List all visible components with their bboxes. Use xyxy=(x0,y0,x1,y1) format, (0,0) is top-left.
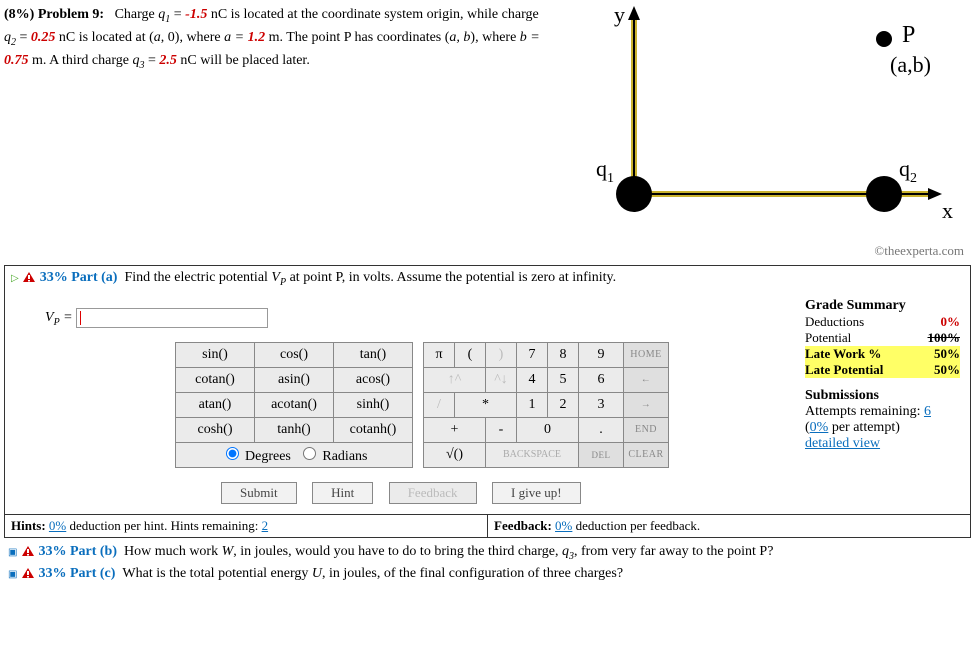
fn-acos[interactable]: acos() xyxy=(334,367,413,392)
key-del[interactable]: DEL xyxy=(579,442,624,467)
calculator: sin()cos()tan() cotan()asin()acos() atan… xyxy=(175,342,805,468)
grade-summary: Grade Summary Deductions0% Potential100%… xyxy=(805,298,960,514)
key-home[interactable]: HOME xyxy=(624,342,669,367)
svg-text:q1: q1 xyxy=(596,156,614,186)
svg-text:x: x xyxy=(942,198,953,223)
key-6[interactable]: 6 xyxy=(579,367,624,392)
attempts-link[interactable]: 6 xyxy=(924,404,931,419)
fn-sinh[interactable]: sinh() xyxy=(334,392,413,417)
key-clear[interactable]: CLEAR xyxy=(624,442,669,467)
key-dot[interactable]: . xyxy=(579,417,624,442)
key-backspace[interactable]: BACKSPACE xyxy=(486,442,579,467)
function-pad: sin()cos()tan() cotan()asin()acos() atan… xyxy=(175,342,413,468)
attribution: ©theexperta.com xyxy=(564,243,964,259)
key-minus[interactable]: - xyxy=(486,417,517,442)
keypad: π()789HOME ↑^^↓456← /*123→ +-0.END √()BA… xyxy=(423,342,669,468)
key-right[interactable]: → xyxy=(624,392,669,417)
warning-icon xyxy=(21,545,35,557)
fn-cotanh[interactable]: cotanh() xyxy=(334,417,413,442)
key-2[interactable]: 2 xyxy=(548,392,579,417)
svg-text:(a,b): (a,b) xyxy=(890,52,931,77)
submit-button[interactable]: Submit xyxy=(221,482,297,504)
detailed-view-link[interactable]: detailed view xyxy=(805,436,880,451)
part-b: ▣ 33% Part (b) How much work W, in joule… xyxy=(4,542,971,564)
part-a-header: ▷ 33% Part (a) Find the electric potenti… xyxy=(5,266,970,292)
giveup-button[interactable]: I give up! xyxy=(492,482,581,504)
svg-text:y: y xyxy=(614,4,625,27)
hints-bar: Hints: 0% deduction per hint. Hints rema… xyxy=(5,514,970,537)
key-left[interactable]: ← xyxy=(624,367,669,392)
key-3[interactable]: 3 xyxy=(579,392,624,417)
fn-atan[interactable]: atan() xyxy=(176,392,255,417)
answer-row: VP = xyxy=(45,308,805,328)
key-0[interactable]: 0 xyxy=(517,417,579,442)
svg-text:q2: q2 xyxy=(899,156,917,186)
radians-radio[interactable]: Radians xyxy=(298,449,368,464)
answer-input[interactable] xyxy=(76,308,268,328)
fn-cos[interactable]: cos() xyxy=(255,342,334,367)
key-caret[interactable]: ^↓ xyxy=(486,367,517,392)
problem-area: (8%) Problem 9: Charge q1 = -1.5 nC is l… xyxy=(4,4,971,259)
key-9[interactable]: 9 xyxy=(579,342,624,367)
problem-weight: (8%) xyxy=(4,7,34,22)
fn-tan[interactable]: tan() xyxy=(334,342,413,367)
fn-sin[interactable]: sin() xyxy=(176,342,255,367)
diagram: y x P (a,b) q1 q2 ©theexperta.com xyxy=(564,4,964,259)
collapse-icon[interactable]: ▣ xyxy=(8,569,17,580)
expand-icon[interactable]: ▷ xyxy=(11,273,19,284)
fn-cotan[interactable]: cotan() xyxy=(176,367,255,392)
key-lparen[interactable]: ( xyxy=(455,342,486,367)
key-4[interactable]: 4 xyxy=(517,367,548,392)
fn-cosh[interactable]: cosh() xyxy=(176,417,255,442)
angle-mode: Degrees Radians xyxy=(176,442,413,467)
key-slash[interactable]: / xyxy=(424,392,455,417)
degrees-radio[interactable]: Degrees xyxy=(221,449,291,464)
action-buttons: Submit Hint Feedback I give up! xyxy=(215,482,805,504)
warning-icon xyxy=(22,271,36,283)
key-1[interactable]: 1 xyxy=(517,392,548,417)
other-parts: ▣ 33% Part (b) How much work W, in joule… xyxy=(4,542,971,584)
key-7[interactable]: 7 xyxy=(517,342,548,367)
key-end[interactable]: END xyxy=(624,417,669,442)
key-sqrt[interactable]: √() xyxy=(424,442,486,467)
key-5[interactable]: 5 xyxy=(548,367,579,392)
key-pi[interactable]: π xyxy=(424,342,455,367)
problem-label: Problem 9: xyxy=(38,7,104,22)
summary-title: Grade Summary xyxy=(805,298,960,314)
key-star[interactable]: * xyxy=(455,392,517,417)
hint-button[interactable]: Hint xyxy=(312,482,373,504)
part-c: ▣ 33% Part (c) What is the total potenti… xyxy=(4,564,971,584)
collapse-icon[interactable]: ▣ xyxy=(8,547,17,558)
part-a-container: ▷ 33% Part (a) Find the electric potenti… xyxy=(4,265,971,538)
key-rparen[interactable]: ) xyxy=(486,342,517,367)
feedback-button[interactable]: Feedback xyxy=(389,482,477,504)
fn-tanh[interactable]: tanh() xyxy=(255,417,334,442)
svg-text:P: P xyxy=(902,22,915,48)
key-plus[interactable]: + xyxy=(424,417,486,442)
key-up[interactable]: ↑^ xyxy=(424,367,486,392)
fn-asin[interactable]: asin() xyxy=(255,367,334,392)
key-8[interactable]: 8 xyxy=(548,342,579,367)
problem-text: (8%) Problem 9: Charge q1 = -1.5 nC is l… xyxy=(4,4,544,259)
submissions-title: Submissions xyxy=(805,388,960,404)
fn-acotan[interactable]: acotan() xyxy=(255,392,334,417)
warning-icon xyxy=(21,567,35,579)
